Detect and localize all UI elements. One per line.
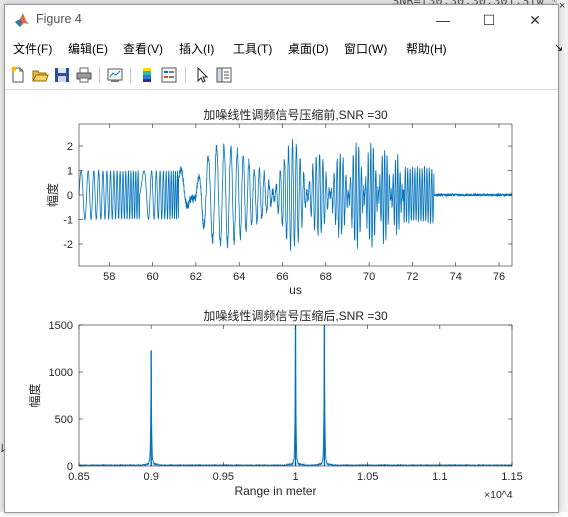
x-tick-label: 66 bbox=[276, 271, 288, 283]
plot-area: 58 60 62 64 66 68 70 72 74 76 -2 -1 0 1 2 加噪线性调频信号压缩前,S… bbox=[27, 107, 523, 501]
x-tick-label: 68 bbox=[320, 271, 332, 283]
x-tick-label: 76 bbox=[493, 271, 505, 283]
chart-title: 加噪线性调频信号压缩前,SNR =30 bbox=[203, 107, 388, 122]
y-tick-label: 500 bbox=[55, 414, 73, 426]
figure-window: Figure 4 — ☐ ✕ 文件(F) 编辑(E) 查看(V) 插入(I) 工… bbox=[4, 4, 563, 513]
link-plot-icon[interactable] bbox=[106, 66, 124, 84]
menubar-overflow-icon[interactable]: ↘ bbox=[554, 41, 563, 54]
new-figure-icon[interactable] bbox=[9, 66, 27, 84]
x-tick-label: 72 bbox=[406, 271, 418, 283]
y-tick-label: 1 bbox=[67, 166, 73, 178]
x-tick-label: 74 bbox=[450, 271, 462, 283]
save-icon[interactable] bbox=[53, 66, 71, 84]
menu-edit[interactable]: 编辑(E) bbox=[68, 40, 108, 57]
x-tick-label: 0.9 bbox=[144, 471, 159, 483]
title-bar[interactable]: Figure 4 — ☐ ✕ bbox=[5, 5, 558, 35]
x-tick-label: 1 bbox=[292, 471, 298, 483]
minimize-button[interactable]: — bbox=[420, 5, 466, 35]
maximize-icon: ☐ bbox=[482, 12, 496, 28]
x-tick-label: 70 bbox=[363, 271, 375, 283]
property-inspector-icon[interactable] bbox=[215, 66, 233, 84]
print-icon[interactable] bbox=[75, 66, 93, 84]
menu-window[interactable]: 窗口(W) bbox=[344, 40, 387, 57]
close-button[interactable]: ✕ bbox=[512, 5, 558, 35]
y-tick-label: 0 bbox=[67, 190, 73, 202]
toolbar-separator bbox=[99, 67, 100, 83]
window-title: Figure 4 bbox=[36, 12, 82, 26]
y-axis-label: 幅度 bbox=[27, 383, 42, 407]
x-tick-label: 1.15 bbox=[501, 471, 522, 483]
x-tick-label: 58 bbox=[103, 271, 115, 283]
x-tick-label: 60 bbox=[146, 271, 158, 283]
chart-title: 加噪线性调频信号压缩后,SNR =30 bbox=[203, 308, 388, 323]
figure-toolbar bbox=[5, 61, 558, 90]
edit-plot-arrow-icon[interactable] bbox=[193, 66, 211, 84]
menu-help[interactable]: 帮助(H) bbox=[406, 40, 447, 57]
x-tick-label: 0.95 bbox=[213, 471, 234, 483]
axes-bottom[interactable]: 0.85 0.9 0.95 1 1.05 1.1 1.15050010001500加噪线性调… bbox=[27, 308, 523, 501]
axes-top[interactable]: 58 60 62 64 66 68 70 72 74 76 -2 -1 0 1 2 加噪线性调频信号压缩前,S… bbox=[45, 107, 513, 297]
x-axis-label: Range in meter bbox=[234, 484, 316, 498]
x-axis-exponent: ×10^4 bbox=[484, 489, 513, 501]
toolbar-separator bbox=[185, 67, 186, 83]
minimize-icon: — bbox=[436, 12, 450, 28]
menu-file[interactable]: 文件(F) bbox=[13, 40, 52, 57]
y-tick-label: -1 bbox=[63, 214, 73, 226]
x-tick-label: 1.05 bbox=[357, 471, 378, 483]
insert-legend-icon[interactable] bbox=[160, 66, 178, 84]
y-axis-label: 幅度 bbox=[45, 183, 60, 207]
y-tick-label: 1500 bbox=[49, 320, 73, 332]
x-tick-label: 64 bbox=[233, 271, 245, 283]
menu-insert[interactable]: 插入(I) bbox=[179, 40, 214, 57]
x-axis-label: us bbox=[289, 283, 302, 297]
figure-canvas: 58 60 62 64 66 68 70 72 74 76 -2 -1 0 1 2 加噪线性调频信号压缩前,S… bbox=[5, 90, 558, 512]
maximize-button[interactable]: ☐ bbox=[466, 5, 512, 35]
open-file-icon[interactable] bbox=[31, 66, 49, 84]
close-icon: ✕ bbox=[529, 12, 541, 28]
y-tick-label: -2 bbox=[63, 239, 73, 251]
menu-desktop[interactable]: 桌面(D) bbox=[288, 40, 329, 57]
menu-bar: 文件(F) 编辑(E) 查看(V) 插入(I) 工具(T) 桌面(D) 窗口(W… bbox=[5, 36, 558, 58]
y-tick-label: 2 bbox=[67, 141, 73, 153]
matlab-app-icon bbox=[15, 13, 29, 27]
background-right-glyph: × bbox=[559, 0, 566, 12]
y-tick-label: 0 bbox=[67, 461, 73, 473]
x-tick-label: 62 bbox=[190, 271, 202, 283]
toolbar-separator bbox=[130, 67, 131, 83]
menu-tools[interactable]: 工具(T) bbox=[233, 40, 272, 57]
menu-view[interactable]: 查看(V) bbox=[123, 40, 163, 57]
x-tick-label: 1.1 bbox=[432, 471, 447, 483]
y-tick-label: 1000 bbox=[49, 367, 73, 379]
insert-colorbar-icon[interactable] bbox=[138, 66, 156, 84]
